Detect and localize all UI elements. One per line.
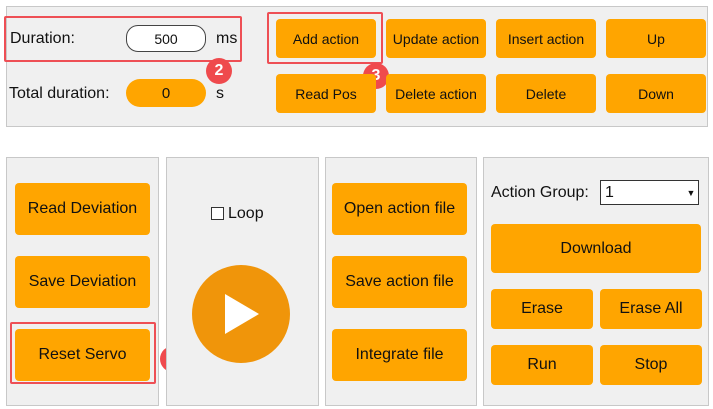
delete-button[interactable]: Delete: [496, 74, 596, 113]
add-action-highlight: [267, 12, 383, 64]
action-group-value: 1: [605, 183, 614, 201]
action-group-select[interactable]: 1 ▼: [600, 180, 699, 205]
loop-checkbox[interactable]: [211, 207, 224, 220]
integrate-file-button[interactable]: Integrate file: [332, 329, 467, 381]
save-deviation-button[interactable]: Save Deviation: [15, 256, 150, 308]
save-action-file-button[interactable]: Save action file: [332, 256, 467, 308]
read-deviation-button[interactable]: Read Deviation: [15, 183, 150, 235]
read-pos-button[interactable]: Read Pos: [276, 74, 376, 113]
stop-button[interactable]: Stop: [600, 345, 702, 385]
download-button[interactable]: Download: [491, 224, 701, 273]
annotation-badge-2: 2: [206, 58, 232, 84]
total-duration-label: Total duration:: [9, 85, 110, 102]
action-group-label: Action Group:: [491, 184, 589, 201]
delete-action-button[interactable]: Delete action: [386, 74, 486, 113]
erase-button[interactable]: Erase: [491, 289, 593, 329]
insert-action-button[interactable]: Insert action: [496, 19, 596, 58]
total-duration-unit: s: [216, 85, 224, 102]
total-duration-value: 0: [126, 79, 206, 107]
run-button[interactable]: Run: [491, 345, 593, 385]
loop-label: Loop: [228, 205, 264, 222]
up-button[interactable]: Up: [606, 19, 706, 58]
chevron-down-icon[interactable]: ▼: [684, 181, 698, 204]
reset-servo-highlight: [10, 322, 156, 384]
down-button[interactable]: Down: [606, 74, 706, 113]
open-action-file-button[interactable]: Open action file: [332, 183, 467, 235]
duration-highlight: [4, 16, 242, 62]
erase-all-button[interactable]: Erase All: [600, 289, 702, 329]
play-icon: [225, 294, 259, 334]
play-button[interactable]: [192, 265, 290, 363]
update-action-button[interactable]: Update action: [386, 19, 486, 58]
